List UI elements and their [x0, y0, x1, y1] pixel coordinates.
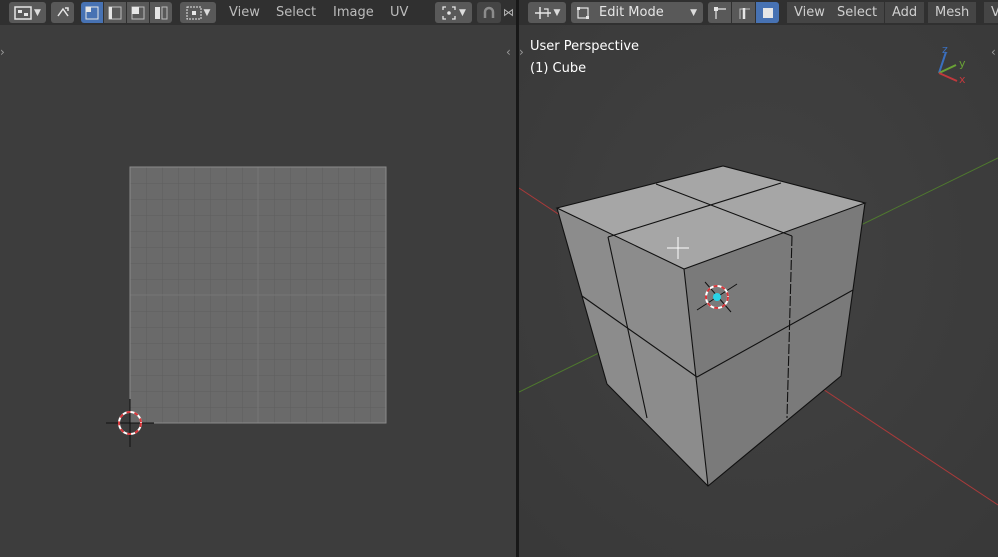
- uv-editor-header: ▼ ▼ View Select Image UV ▼ ⋈: [0, 0, 516, 25]
- edit-mode-icon: [577, 6, 589, 19]
- snap-toggle[interactable]: [477, 2, 501, 23]
- menu-vertex[interactable]: V: [984, 2, 998, 23]
- face-select-icon: [131, 6, 145, 19]
- menu-add[interactable]: Add: [885, 2, 925, 23]
- sticky-select-dropdown[interactable]: ▼: [180, 2, 216, 23]
- edge-select-icon: [108, 6, 122, 19]
- uv-sync-toggle[interactable]: [51, 2, 74, 23]
- menu-select[interactable]: Select: [276, 2, 316, 23]
- viewport-canvas[interactable]: z y x: [519, 0, 998, 557]
- edge-select-button[interactable]: [104, 2, 126, 23]
- editor-type-dropdown[interactable]: ▼: [9, 2, 46, 23]
- menu-view[interactable]: View: [787, 2, 832, 23]
- menu-view[interactable]: View: [229, 2, 260, 23]
- sidebar-expand-icon[interactable]: ‹: [991, 45, 996, 59]
- chevron-down-icon: ▼: [553, 7, 561, 18]
- face-select-button[interactable]: [756, 2, 779, 23]
- menu-select[interactable]: Select: [830, 2, 885, 23]
- chevron-down-icon: ▼: [34, 7, 41, 18]
- pivot-point-dropdown[interactable]: ▼: [435, 2, 472, 23]
- vertex-select-icon: [85, 6, 99, 19]
- face-select-icon: [762, 7, 773, 18]
- gizmo-x-label: x: [959, 73, 966, 86]
- sticky-select-icon: [186, 6, 202, 19]
- uv-canvas[interactable]: [0, 25, 516, 557]
- edge-select-button[interactable]: [732, 2, 755, 23]
- vertex-select-button[interactable]: [708, 2, 731, 23]
- uv-editor[interactable]: ▼ ▼ View Select Image UV ▼ ⋈ › ‹: [0, 0, 516, 557]
- transform-orientation-icon: [534, 6, 551, 19]
- viewport-header: ▼ Edit Mode ▼ View Select Add Mesh V: [519, 0, 998, 25]
- menu-image[interactable]: Image: [333, 2, 374, 23]
- island-select-button[interactable]: [150, 2, 172, 23]
- menu-mesh[interactable]: Mesh: [928, 2, 977, 23]
- view-perspective-label: User Perspective: [530, 39, 640, 54]
- mode-label: Edit Mode: [599, 5, 664, 20]
- vertex-select-button[interactable]: [81, 2, 103, 23]
- gizmo-y-label: y: [959, 57, 966, 70]
- selected-vertex[interactable]: [713, 293, 721, 301]
- menu-uv[interactable]: UV: [390, 2, 408, 23]
- mode-selector-dropdown[interactable]: Edit Mode ▼: [571, 2, 703, 23]
- gizmo-z-label: z: [942, 43, 948, 56]
- island-select-icon: [155, 6, 168, 19]
- edge-select-icon: [739, 7, 750, 19]
- chevron-down-icon: ▼: [203, 7, 211, 18]
- uv-editor-type-icon: [14, 5, 32, 20]
- uv-grid-image: [129, 166, 387, 424]
- snap-magnet-icon: [483, 6, 495, 18]
- face-select-button[interactable]: [127, 2, 149, 23]
- vertex-select-icon: [713, 6, 726, 19]
- transform-orientation-dropdown[interactable]: ▼: [528, 2, 566, 23]
- 3d-viewport[interactable]: z y x ▼ Edit Mode ▼ View Select Add Mesh…: [519, 0, 998, 557]
- chevron-down-icon: ▼: [690, 7, 697, 18]
- pivot-point-icon: [442, 5, 456, 20]
- chevron-down-icon: ▼: [459, 7, 466, 18]
- active-object-label: (1) Cube: [530, 61, 587, 76]
- snap-increment-icon[interactable]: ⋈: [503, 6, 516, 20]
- uv-sync-icon: [56, 6, 69, 16]
- toolbar-expand-icon[interactable]: ›: [519, 45, 524, 59]
